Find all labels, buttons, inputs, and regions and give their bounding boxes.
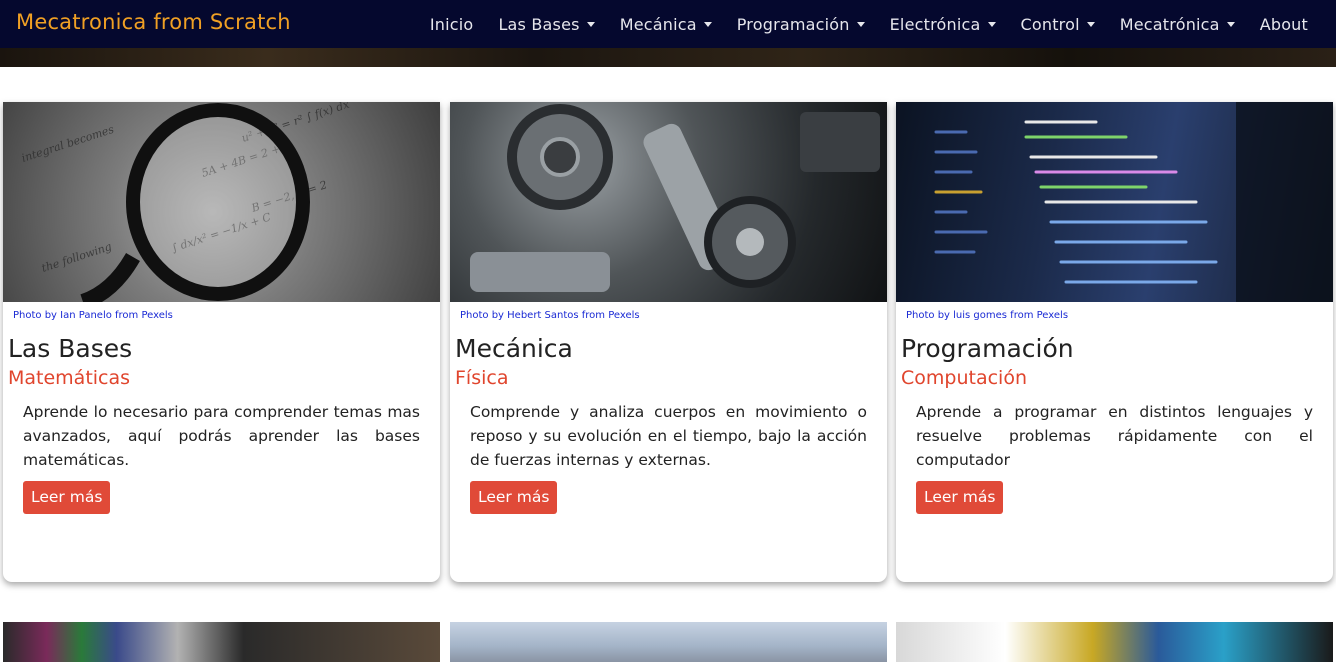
nav-item-mecanica[interactable]: Mecánica	[620, 15, 712, 34]
card-subtitle: Física	[455, 367, 509, 389]
nav-item-label: Control	[1020, 14, 1080, 34]
card-mecanica: Photo by Hebert Santos from Pexels Mecán…	[450, 102, 887, 582]
card-description: Aprende a programar en distintos lenguaj…	[916, 403, 1313, 469]
card-title: Mecánica	[455, 334, 573, 363]
photo-credit-link[interactable]: Photo by luis gomes from Pexels	[906, 310, 1068, 321]
caret-down-icon	[1226, 22, 1235, 27]
caret-down-icon	[586, 22, 595, 27]
card-title: Las Bases	[8, 334, 133, 363]
caret-down-icon	[987, 22, 996, 27]
photo-credit-link[interactable]: Photo by Ian Panelo from Pexels	[13, 310, 173, 321]
nav-item-label: About	[1259, 14, 1308, 34]
nav-item-label: Electrónica	[889, 14, 981, 34]
nav-item-label: Programación	[736, 14, 850, 34]
card-subtitle: Matemáticas	[8, 367, 131, 389]
card-image-electronics-partial	[3, 622, 440, 662]
read-more-button[interactable]: Leer más	[23, 481, 111, 514]
nav-item-control[interactable]: Control	[1021, 15, 1095, 34]
nav-item-las-bases[interactable]: Las Bases	[498, 14, 595, 34]
nav-item-electronica[interactable]: Electrónica	[890, 15, 996, 34]
code-photo-illustration	[934, 102, 1333, 302]
nav-item-mecatronica[interactable]: Mecatrónica	[1120, 15, 1235, 34]
caret-down-icon	[1086, 22, 1095, 27]
card-description: Comprende y analiza cuerpos en movimient…	[470, 403, 867, 469]
card-image-control-partial	[450, 622, 887, 662]
card-description: Aprende lo necesario para comprender tem…	[23, 403, 420, 469]
nav-item-label: Mecánica	[619, 14, 697, 34]
card-image-code	[896, 102, 1333, 302]
photo-credit-link[interactable]: Photo by Hebert Santos from Pexels	[460, 310, 640, 321]
card-image-engine	[450, 102, 887, 302]
card-las-bases: u² + v² = r² ∫ f(x) dx 5A + 4B = 2 + C B…	[3, 102, 440, 582]
engine-photo-illustration	[470, 104, 880, 292]
card-title: Programación	[901, 334, 1074, 363]
read-more-button[interactable]: Leer más	[916, 481, 1004, 514]
math-photo-illustration: u² + v² = r² ∫ f(x) dx 5A + 4B = 2 + C B…	[20, 102, 352, 302]
card-subtitle: Computación	[901, 367, 1027, 389]
nav-menu: Inicio Las Bases Mecánica Programación E…	[430, 0, 1308, 48]
nav-item-about[interactable]: About	[1260, 15, 1308, 34]
nav-item-label: Las Bases	[498, 14, 580, 34]
caret-down-icon	[856, 22, 865, 27]
brand-logo[interactable]: Mecatronica from Scratch	[16, 10, 291, 34]
read-more-button[interactable]: Leer más	[470, 481, 558, 514]
caret-down-icon	[703, 22, 712, 27]
navbar: Mecatronica from Scratch Inicio Las Base…	[0, 0, 1336, 48]
card-image-mechatronics-partial	[896, 622, 1333, 662]
nav-item-label: Inicio	[429, 14, 474, 34]
nav-item-programacion[interactable]: Programación	[737, 15, 865, 34]
card-programacion: Photo by luis gomes from Pexels Programa…	[896, 102, 1333, 582]
nav-item-inicio[interactable]: Inicio	[430, 15, 474, 34]
nav-item-label: Mecatrónica	[1119, 14, 1220, 34]
card-image-math: u² + v² = r² ∫ f(x) dx 5A + 4B = 2 + C B…	[3, 102, 440, 302]
svg-text:integral becomes: integral becomes	[20, 123, 116, 165]
svg-text:the following: the following	[40, 240, 113, 275]
